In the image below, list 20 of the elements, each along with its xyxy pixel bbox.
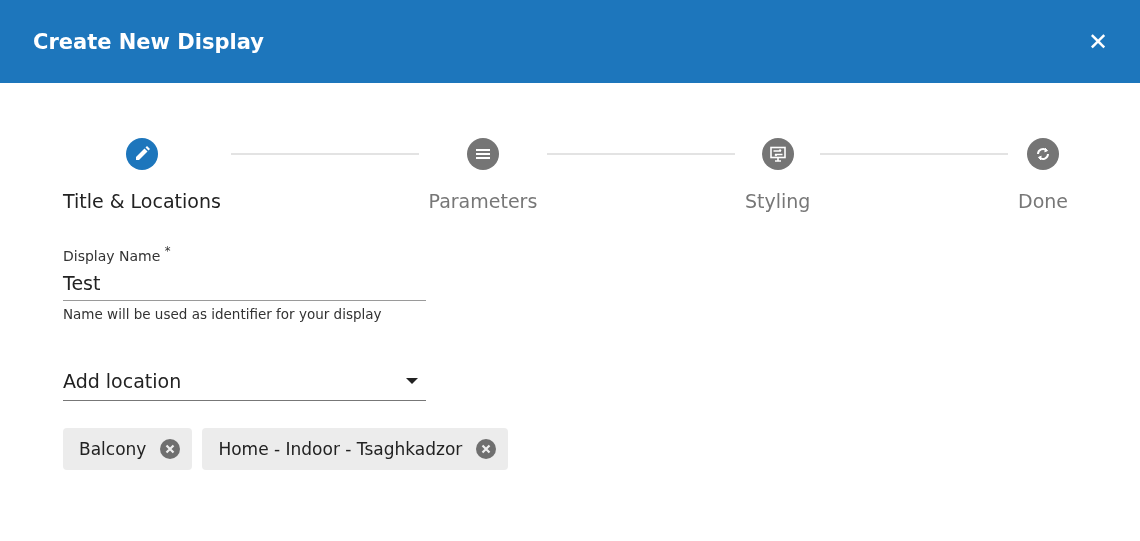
dialog-title: Create New Display (33, 29, 264, 54)
monitor-icon[interactable] (761, 138, 794, 170)
field-hint: Name will be used as identifier for your display (63, 305, 382, 322)
field-label: Display Name $^{*}$ (63, 244, 172, 264)
step-label[interactable]: Done (1018, 190, 1068, 212)
sync-icon[interactable] (1027, 138, 1059, 170)
step-label[interactable]: Parameters (428, 190, 538, 212)
chip-label: Home - Indoor - Tsaghkadzor (218, 438, 463, 459)
chip-label: Balcony (79, 438, 147, 459)
menu-icon[interactable] (466, 138, 499, 170)
pencil-icon[interactable] (125, 138, 158, 170)
location-select[interactable]: Add location (63, 369, 426, 401)
step-label[interactable]: Title & Locations (63, 190, 221, 212)
field-value: Test (63, 271, 102, 294)
caret-icon (406, 377, 418, 384)
step-label[interactable]: Styling (744, 190, 811, 212)
remove-icon[interactable] (476, 438, 497, 459)
display-name-field[interactable]: Display Name $^{*}$ Test (63, 244, 426, 301)
close-button[interactable]: ✕ (1088, 27, 1108, 56)
remove-icon[interactable] (160, 438, 181, 459)
